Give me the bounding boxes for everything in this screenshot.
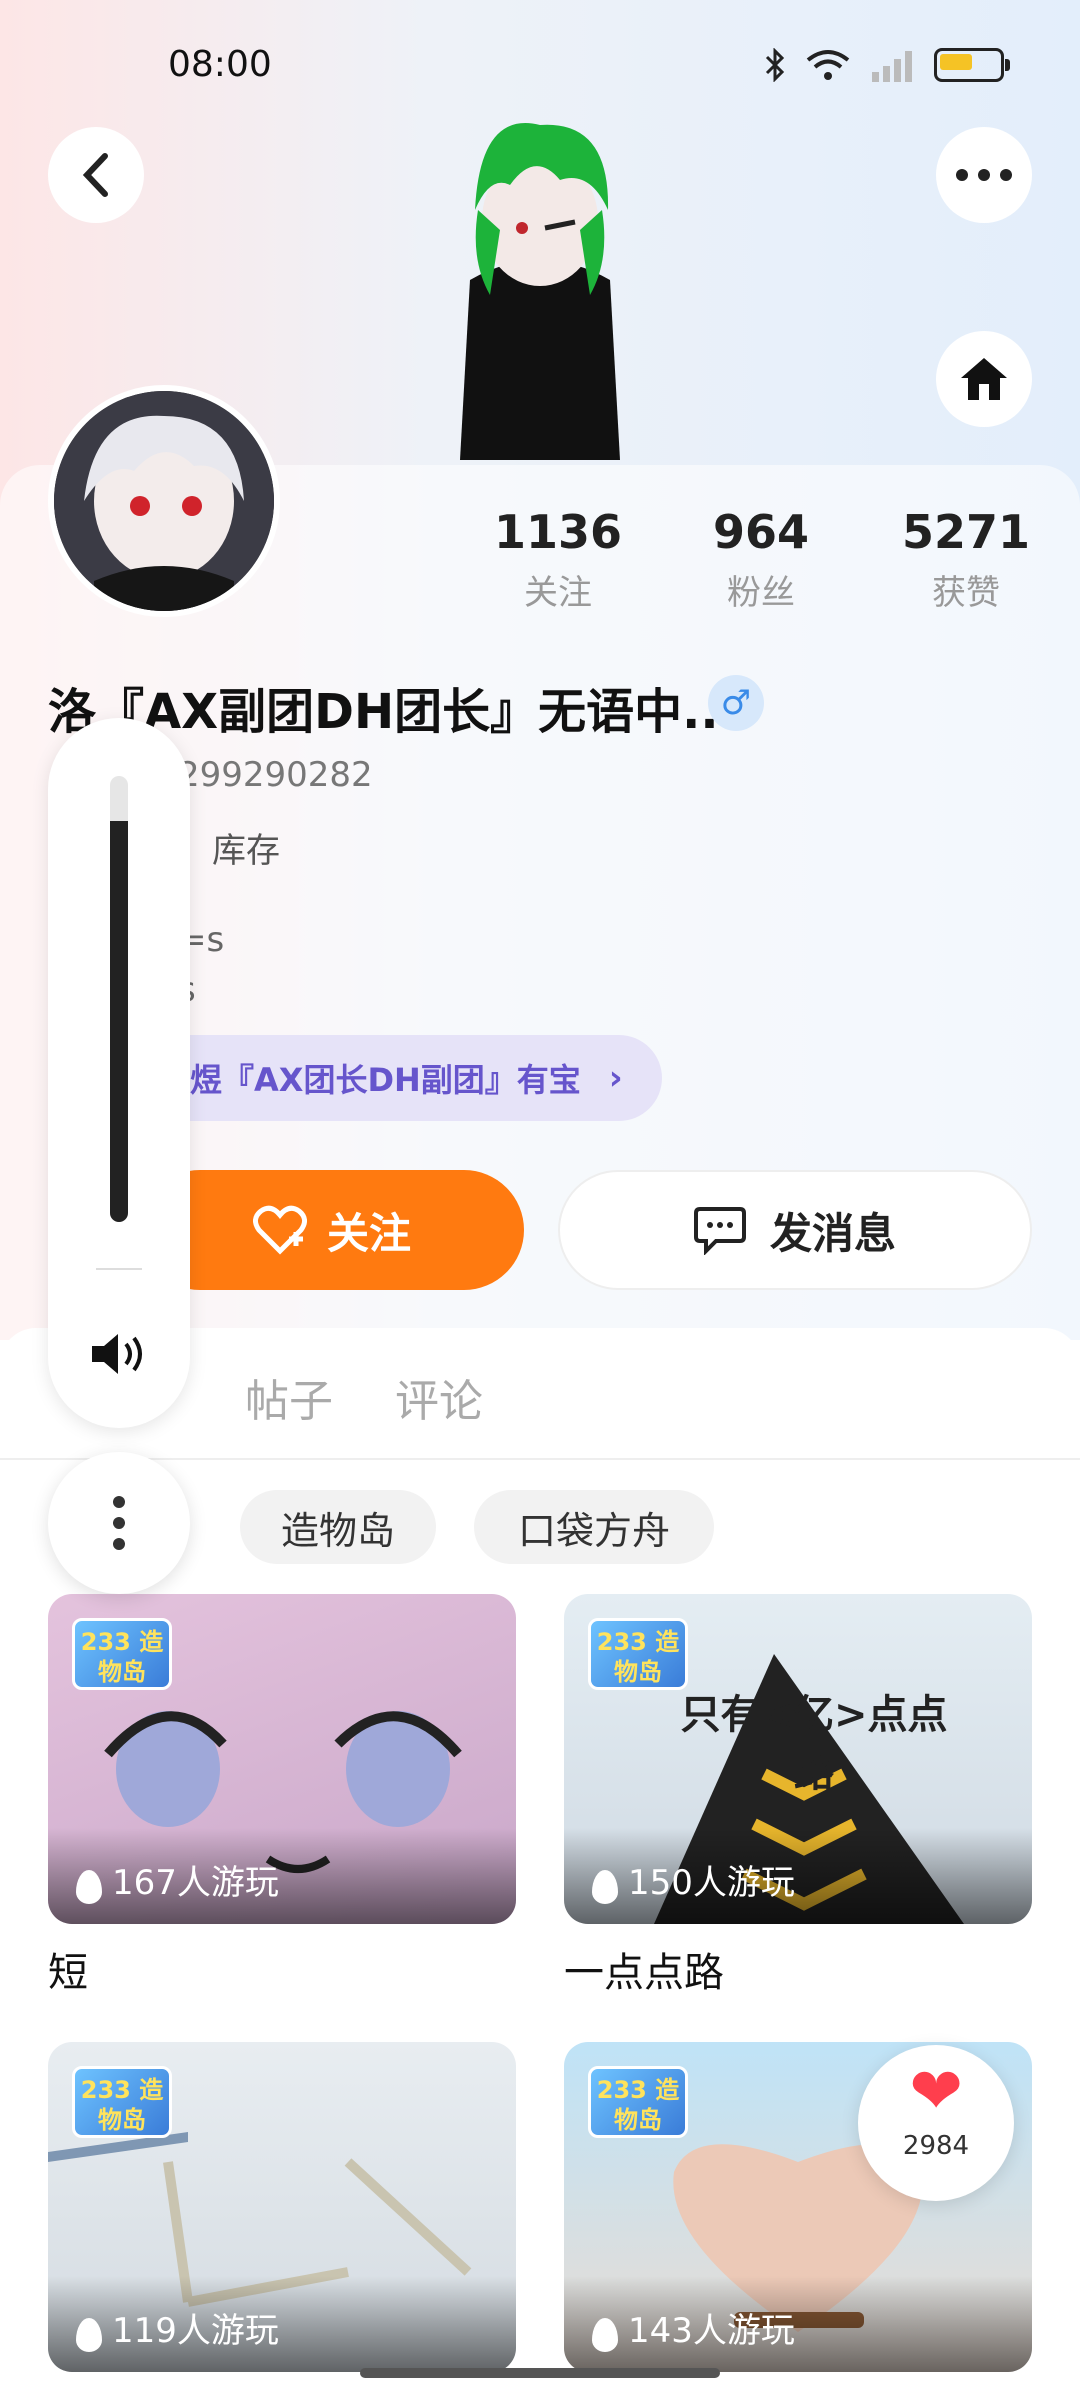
stat-following[interactable]: 1136 关注 <box>458 505 658 614</box>
profile-signature-line: 、库存 <box>178 831 280 871</box>
zaowudao-badge: 233 造物岛 <box>588 2066 688 2138</box>
game-title[interactable]: 短 <box>48 1940 88 1998</box>
tab-comments[interactable]: 评论 <box>395 1365 483 1429</box>
follow-button[interactable]: 关注 <box>140 1170 524 1290</box>
bluetooth-icon <box>765 48 785 82</box>
stat-likes-label: 获赞 <box>932 573 1000 613</box>
player-count: 150人游玩 <box>564 1828 1032 1924</box>
heart-icon: ❤ <box>909 2055 963 2129</box>
like-count: 2984 <box>902 2131 970 2161</box>
volume-overlay[interactable] <box>48 718 190 1428</box>
flame-icon <box>76 1870 102 1904</box>
stat-following-value: 1136 <box>493 505 623 559</box>
group-link-label: 煜『AX团长DH副团』有宝 <box>190 1061 581 1099</box>
player-count: 119人游玩 <box>48 2276 516 2372</box>
battery-icon <box>934 48 1010 82</box>
stat-following-label: 关注 <box>524 573 592 613</box>
status-icons <box>764 48 1010 82</box>
more-vertical-icon <box>113 1496 125 1550</box>
stat-fans-value: 964 <box>712 505 810 559</box>
profile-uid: 299290282 <box>178 755 373 795</box>
wifi-icon <box>806 50 850 80</box>
more-options-button[interactable] <box>936 127 1032 223</box>
player-count: 143人游玩 <box>564 2276 1032 2372</box>
3d-avatar-figure <box>460 123 620 460</box>
follow-button-label: 关注 <box>326 1208 411 1258</box>
game-card[interactable]: 233 造物岛 119人游玩 <box>48 2042 516 2372</box>
volume-slider-track[interactable] <box>110 776 128 1222</box>
status-time: 08:00 <box>168 44 272 85</box>
profile-avatar[interactable] <box>48 385 280 617</box>
flame-icon <box>76 2318 102 2352</box>
zaowudao-badge: 233 造物岛 <box>588 1618 688 1690</box>
home-button[interactable] <box>936 331 1032 427</box>
game-card[interactable]: 只有<亿>点点路 233 造物岛 150人游玩 <box>564 1594 1032 1924</box>
volume-divider <box>96 1268 142 1270</box>
message-button[interactable]: 发消息 <box>558 1170 1032 1290</box>
speaker-icon[interactable] <box>88 1328 152 1380</box>
chat-bubble-icon <box>693 1207 746 1255</box>
more-horizontal-icon <box>956 169 1012 181</box>
back-button[interactable] <box>48 127 144 223</box>
game-overlay-text: 只有<亿>点点路 <box>680 1692 948 1796</box>
gender-male-icon: ♂ <box>708 675 764 731</box>
message-button-label: 发消息 <box>769 1208 896 1258</box>
chevron-left-icon <box>82 153 108 197</box>
tab-divider <box>0 1458 1080 1460</box>
player-count-label: 143人游玩 <box>628 2311 795 2351</box>
floating-more-button[interactable] <box>48 1452 190 1594</box>
stat-fans-label: 粉丝 <box>727 573 795 613</box>
player-count: 167人游玩 <box>48 1828 516 1924</box>
game-card[interactable]: 233 造物岛 167人游玩 <box>48 1594 516 1924</box>
gesture-home-bar[interactable] <box>360 2368 720 2378</box>
game-title[interactable]: 一点点路 <box>564 1940 724 1998</box>
avatar-image <box>54 391 274 611</box>
player-count-label: 167人游玩 <box>112 1863 279 1903</box>
stat-likes-value: 5271 <box>901 505 1031 559</box>
stat-likes[interactable]: 5271 获赞 <box>866 505 1066 614</box>
tab-posts[interactable]: 帖子 <box>245 1365 333 1429</box>
group-link[interactable]: 煜『AX团长DH副团』有宝 › <box>140 1035 662 1121</box>
player-count-label: 119人游玩 <box>112 2311 279 2351</box>
flame-icon <box>592 1870 618 1904</box>
home-icon <box>961 358 1007 400</box>
volume-slider-level <box>110 820 128 1222</box>
cell-signal-icon <box>872 51 912 82</box>
filter-chip-zaowudao[interactable]: 造物岛 <box>240 1490 436 1564</box>
player-count-label: 150人游玩 <box>628 1863 795 1903</box>
chevron-right-icon: › <box>608 1058 623 1098</box>
stat-fans[interactable]: 964 粉丝 <box>661 505 861 614</box>
heart-plus-icon <box>252 1205 307 1255</box>
zaowudao-badge: 233 造物岛 <box>72 1618 172 1690</box>
floating-like-button[interactable]: ❤ 2984 <box>858 2045 1014 2201</box>
zaowudao-badge: 233 造物岛 <box>72 2066 172 2138</box>
flame-icon <box>592 2318 618 2352</box>
filter-chip-koudaifangzhou[interactable]: 口袋方舟 <box>474 1490 714 1564</box>
